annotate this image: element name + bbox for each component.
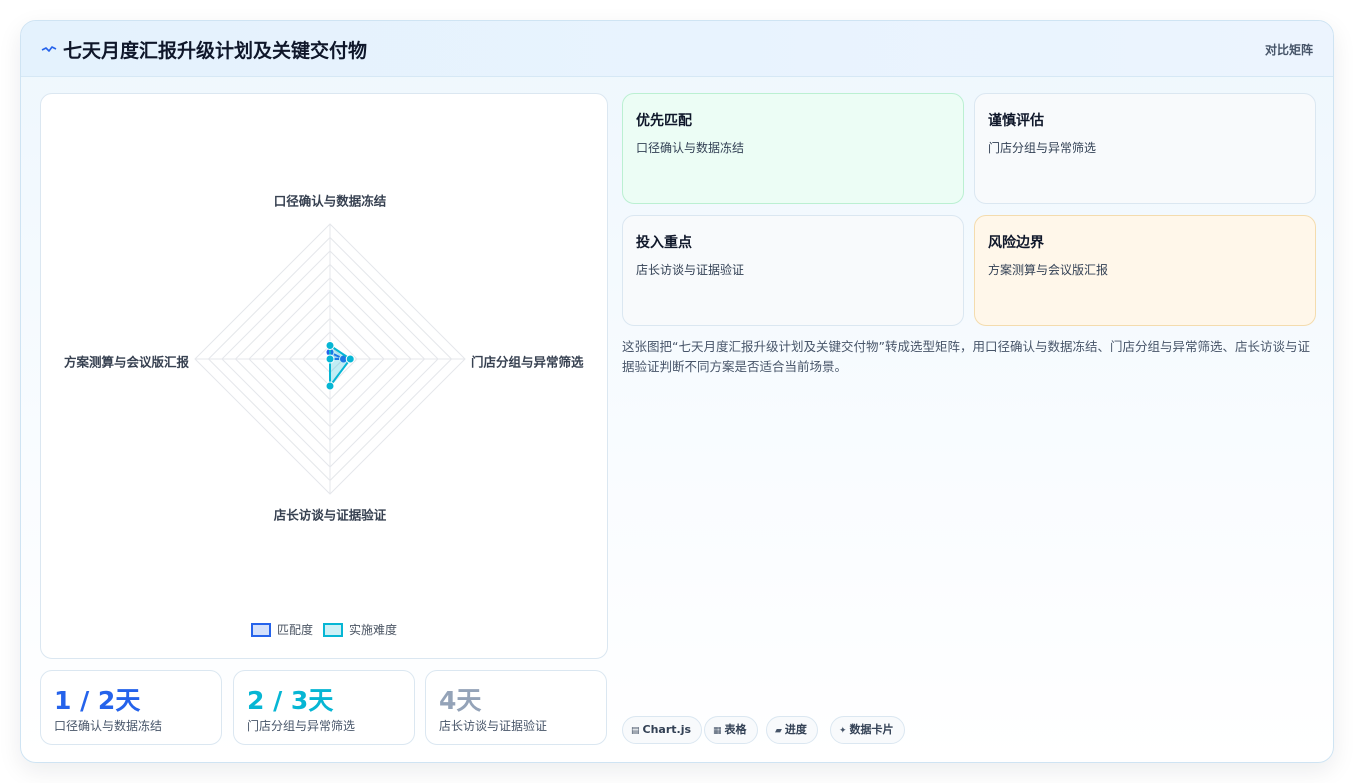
radar-axis-label: 门店分组与异常筛选 (471, 355, 584, 370)
radar-axis-label: 口径确认与数据冻结 (274, 194, 387, 209)
radar-axis-label: 方案测算与会议版汇报 (64, 355, 190, 370)
stat-label-1: 口径确认与数据冻结 (54, 719, 163, 733)
chip-label: Chart.js (642, 723, 692, 736)
tile-title: 投入重点 (636, 235, 692, 251)
chip-label: 表格 (724, 723, 747, 736)
radar-data-point (325, 341, 335, 350)
tile-title: 优先匹配 (636, 113, 692, 129)
legend-swatch (251, 623, 271, 637)
progress-icon: ▰ (775, 726, 782, 736)
radar-series-area (329, 343, 352, 389)
tile-priority-match[interactable]: 优先匹配 口径确认与数据冻结 (622, 93, 964, 204)
chip-chartjs[interactable]: ▤ Chart.js (622, 716, 703, 744)
stat-value-3: 4天 (439, 686, 482, 715)
header: 七天月度汇报升级计划及关键交付物 对比矩阵 (21, 21, 1333, 77)
chart-icon: ▤ (631, 726, 640, 736)
radar-data-point (345, 354, 355, 364)
chart-description: 这张图把“七天月度汇报升级计划及关键交付物”转成选型矩阵，用口径确认与数据冻结、… (622, 339, 1310, 374)
stat-card-2: 2 / 3天 门店分组与异常筛选 (233, 670, 415, 745)
page-title: 七天月度汇报升级计划及关键交付物 (63, 40, 368, 62)
stat-card-3: 4天 店长访谈与证据验证 (425, 670, 607, 745)
tile-subtitle: 店长访谈与证据验证 (636, 263, 745, 277)
radar-axis-label: 店长访谈与证据验证 (274, 508, 387, 523)
tile-subtitle: 口径确认与数据冻结 (636, 141, 745, 155)
radar-chart-panel: 口径确认与数据冻结门店分组与异常筛选店长访谈与证据验证 方案测算与会议版汇报匹配度… (40, 93, 608, 659)
tile-title: 风险边界 (988, 235, 1044, 251)
tile-investment-focus[interactable]: 投入重点 店长访谈与证据验证 (622, 215, 964, 326)
radar-data-point (325, 354, 335, 364)
radar-chart: 口径确认与数据冻结门店分组与异常筛选店长访谈与证据验证 方案测算与会议版汇报匹配度… (64, 194, 584, 637)
tile-careful-evaluation[interactable]: 谨慎评估 门店分组与异常筛选 (974, 93, 1316, 204)
chip-data-card[interactable]: ✦ 数据卡片 (830, 716, 905, 744)
tile-risk-boundary[interactable]: 风险边界 方案测算与会议版汇报 (974, 215, 1316, 326)
radar-data-point (325, 381, 335, 391)
tile-subtitle: 方案测算与会议版汇报 (988, 263, 1109, 277)
chip-label: 数据卡片 (849, 723, 894, 736)
table-icon: ▦ (713, 726, 722, 736)
legend-label: 实施难度 (349, 622, 397, 637)
legend-swatch (323, 623, 343, 637)
view-mode-label[interactable]: 对比矩阵 (1265, 41, 1313, 58)
chip-label: 进度 (784, 723, 807, 736)
chip-table[interactable]: ▦ 表格 (704, 716, 758, 744)
spark-line-icon (41, 46, 57, 52)
dashboard-card: 七天月度汇报升级计划及关键交付物 对比矩阵 口径确认与数据冻结 门店分组与异常筛选… (20, 20, 1334, 763)
tile-title: 谨慎评估 (988, 113, 1044, 129)
sparkle-icon: ✦ (839, 726, 847, 736)
stat-value-2: 2 / 3天 (247, 686, 334, 715)
stat-label-3: 店长访谈与证据验证 (439, 719, 548, 733)
legend-label: 匹配度 (277, 622, 313, 637)
chip-progress[interactable]: ▰ 进度 (766, 716, 818, 744)
tile-subtitle: 门店分组与异常筛选 (988, 141, 1097, 155)
stat-card-1: 1 / 2天 口径确认与数据冻结 (40, 670, 222, 745)
stat-value-1: 1 / 2天 (54, 686, 141, 715)
stat-label-2: 门店分组与异常筛选 (247, 719, 356, 733)
